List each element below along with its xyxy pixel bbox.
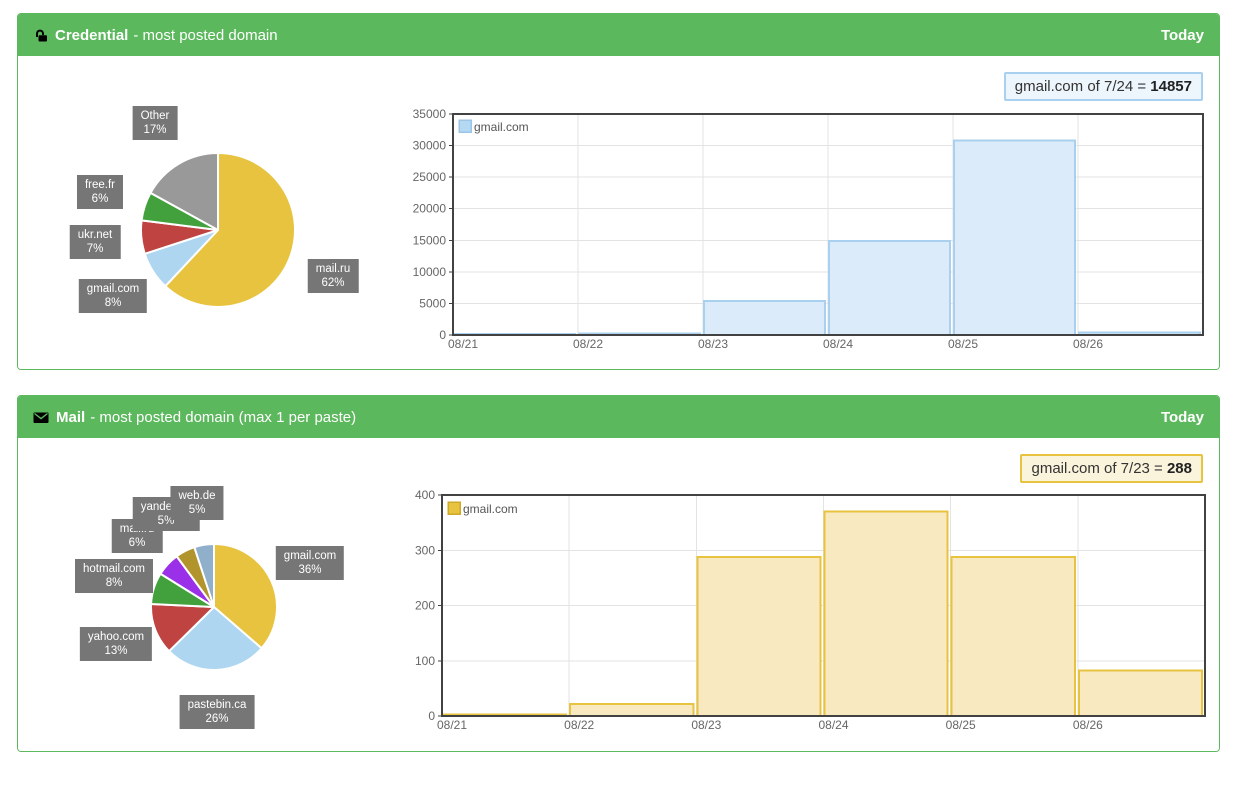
y-tick-label: 25000 xyxy=(413,170,447,184)
panel-mail-header: Mail - most posted domain (max 1 per pas… xyxy=(18,396,1219,438)
callout-text: gmail.com of 7/24 = xyxy=(1015,78,1150,95)
pie-chart-credential: mail.ru62% gmail.com8% ukr.net7% free.fr6% O… xyxy=(18,56,418,369)
y-tick-label: 5000 xyxy=(419,296,446,310)
pie-label-mail.ru: mail.ru62% xyxy=(308,259,359,293)
x-tick-label: 08/26 xyxy=(1073,337,1103,351)
y-tick-label: 15000 xyxy=(413,233,447,247)
bar-08/25 xyxy=(954,141,1075,335)
bar-08/24 xyxy=(829,241,950,335)
y-tick-label: 0 xyxy=(428,709,435,723)
pie-svg xyxy=(146,539,282,675)
panel-subtitle: - most posted domain xyxy=(133,27,277,44)
pie-svg xyxy=(136,148,300,312)
pie-label-ukr.net: ukr.net7% xyxy=(70,225,121,259)
y-tick-label: 20000 xyxy=(413,202,447,216)
bar-08/23 xyxy=(697,557,820,716)
x-tick-label: 08/26 xyxy=(1073,718,1103,732)
x-tick-label: 08/22 xyxy=(564,718,594,732)
x-tick-label: 08/22 xyxy=(573,337,603,351)
y-tick-label: 300 xyxy=(415,543,435,557)
pie-label-pastebin.ca: pastebin.ca26% xyxy=(180,695,255,729)
panel-credential: Credential - most posted domain Today gm… xyxy=(17,13,1220,370)
bar-chart-mail: 0 100 200 300 400 08/21 08/22 08/23 08/24 08/25 08… xyxy=(410,483,1210,745)
panel-mail: Mail - most posted domain (max 1 per pas… xyxy=(17,395,1220,752)
panel-title: Credential xyxy=(55,27,128,44)
y-tick-label: 0 xyxy=(439,328,446,342)
pie-label-gmail.com: gmail.com8% xyxy=(79,279,147,313)
y-tick-label: 10000 xyxy=(413,265,447,279)
y-tick-label: 100 xyxy=(415,654,435,668)
x-tick-label: 08/23 xyxy=(698,337,728,351)
mail-icon xyxy=(33,411,49,424)
bar-08/22 xyxy=(570,704,693,716)
x-tick-label: 08/25 xyxy=(948,337,978,351)
x-tick-label: 08/21 xyxy=(448,337,478,351)
y-tick-label: 200 xyxy=(415,599,435,613)
panel-title: Mail xyxy=(56,409,85,426)
pie-label-gmail.com: gmail.com36% xyxy=(276,546,344,580)
pie-label-hotmail.com: hotmail.com8% xyxy=(75,559,153,593)
callout-value: 14857 xyxy=(1150,78,1192,95)
y-tick-label: 30000 xyxy=(413,139,447,153)
period-label: Today xyxy=(1161,27,1204,44)
panel-credential-header: Credential - most posted domain Today xyxy=(18,14,1219,56)
legend-label: gmail.com xyxy=(463,502,518,516)
y-tick-label: 35000 xyxy=(413,107,447,121)
chart-callout-credential: gmail.com of 7/24 = 14857 xyxy=(1004,72,1203,101)
pie-chart-mail: gmail.com36% pastebin.ca26% yahoo.com13% ho… xyxy=(18,438,418,751)
bar-08/23 xyxy=(704,301,825,335)
panel-credential-body: gmail.com of 7/24 = 14857 mail.ru62% gmai… xyxy=(18,56,1219,369)
legend-swatch xyxy=(459,120,471,132)
chart-callout-mail: gmail.com of 7/23 = 288 xyxy=(1020,454,1203,483)
pie-label-yahoo.com: yahoo.com13% xyxy=(80,627,152,661)
unlock-icon xyxy=(33,28,48,43)
callout-value: 288 xyxy=(1167,460,1192,477)
pie-label-free.fr: free.fr6% xyxy=(77,175,123,209)
dashboard-page: Credential - most posted domain Today gm… xyxy=(0,0,1237,790)
legend-label: gmail.com xyxy=(474,120,529,134)
bar-chart-credential: 0 5000 10000 15000 20000 25000 30000 35000 08/21… xyxy=(410,101,1210,359)
x-tick-label: 08/24 xyxy=(823,337,853,351)
x-tick-label: 08/25 xyxy=(946,718,976,732)
pie-label-Other: Other17% xyxy=(133,106,178,140)
x-tick-label: 08/23 xyxy=(691,718,721,732)
bar-08/24 xyxy=(825,512,948,716)
y-tick-label: 400 xyxy=(415,488,435,502)
callout-text: gmail.com of 7/23 = xyxy=(1031,460,1166,477)
legend-swatch xyxy=(448,502,460,514)
panel-mail-body: gmail.com of 7/23 = 288 gmail.com36% past… xyxy=(18,438,1219,751)
x-tick-label: 08/21 xyxy=(437,718,467,732)
panel-subtitle: - most posted domain (max 1 per paste) xyxy=(90,409,356,426)
pie-label-web.de: web.de5% xyxy=(170,486,223,520)
x-tick-label: 08/24 xyxy=(818,718,848,732)
period-label: Today xyxy=(1161,409,1204,426)
bar-08/26 xyxy=(1079,671,1202,716)
bar-08/25 xyxy=(952,557,1075,716)
